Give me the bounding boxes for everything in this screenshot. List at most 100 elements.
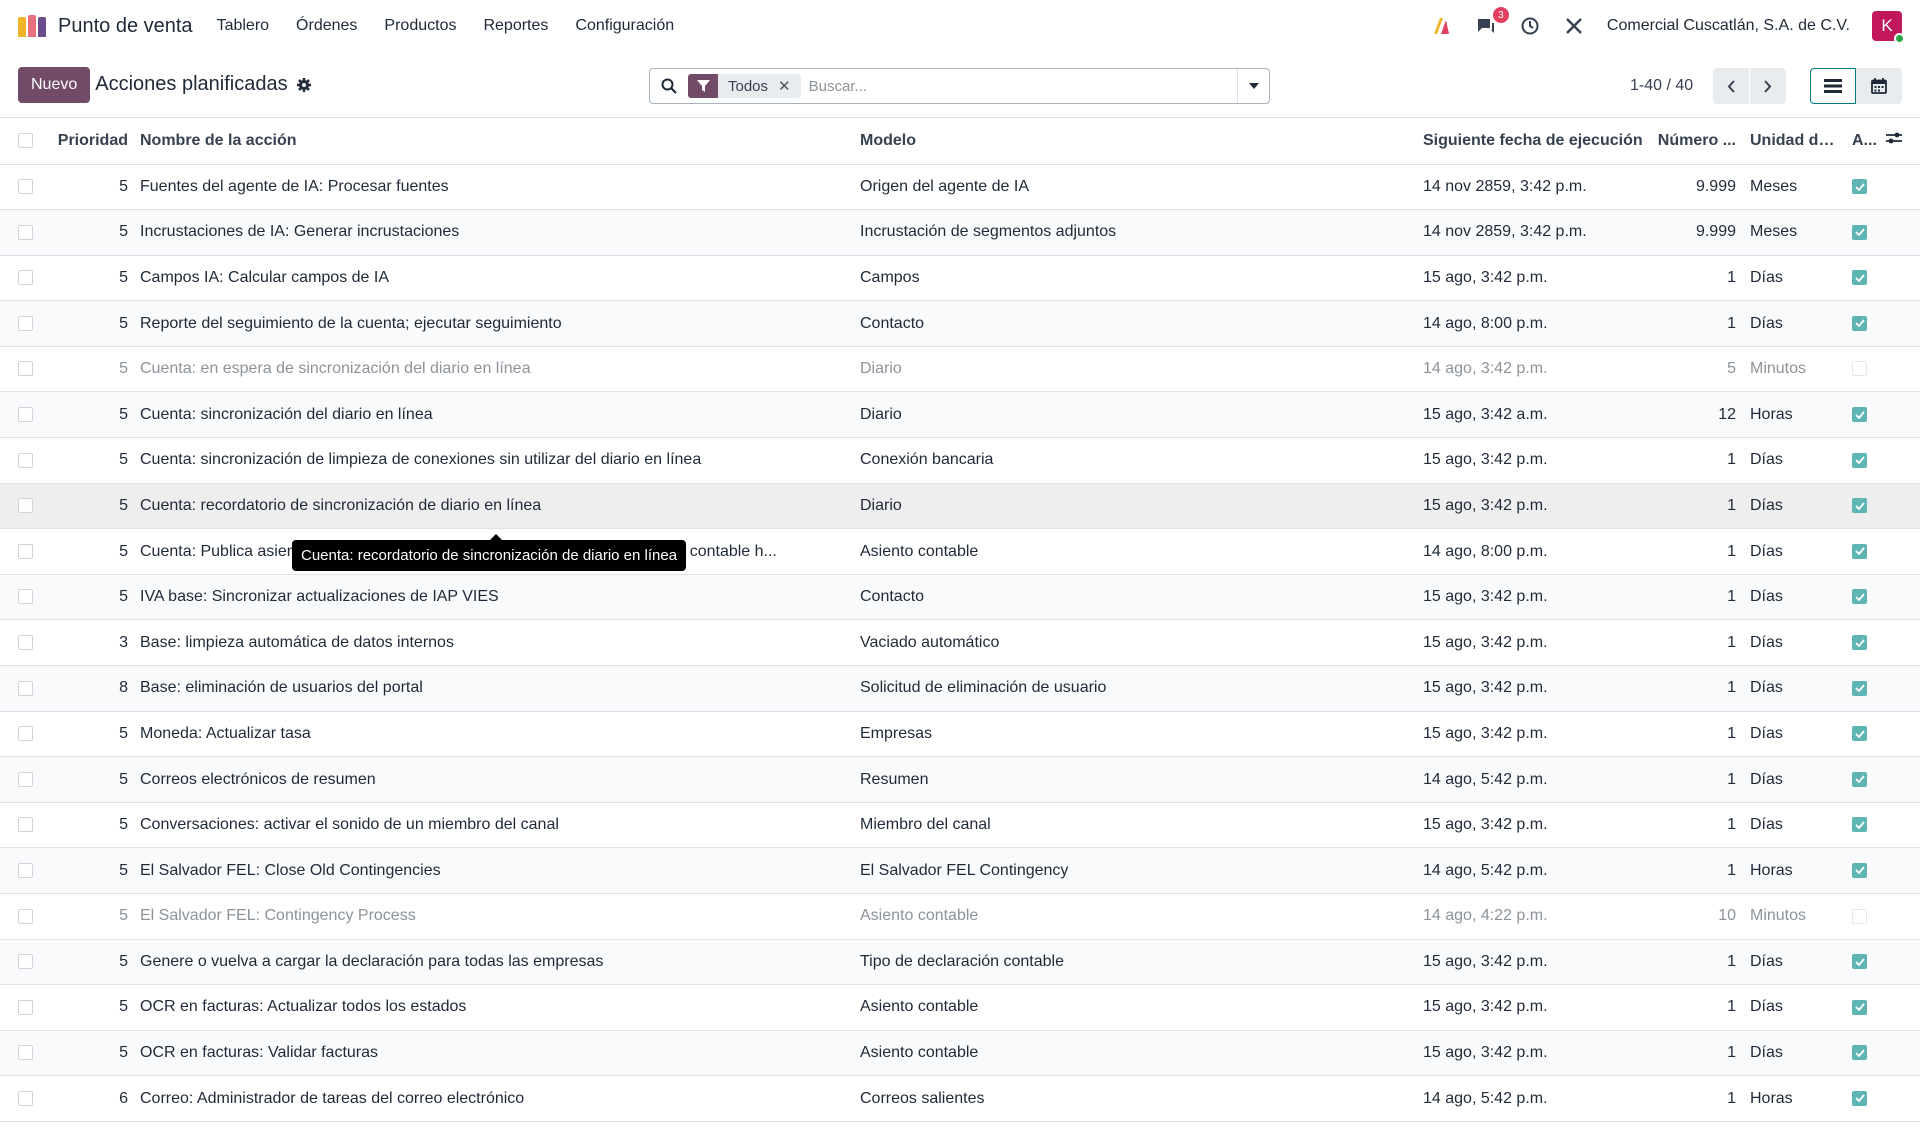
cell-active[interactable] [1844,984,1882,1031]
table-row[interactable]: 5 OCR en facturas: Actualizar todos los e… [0,984,1920,1031]
checked-icon[interactable] [1852,1090,1867,1106]
header-active[interactable]: A... [1844,118,1882,165]
cell-active[interactable] [1844,665,1882,712]
row-select-checkbox[interactable] [0,847,50,894]
checked-icon[interactable] [1852,224,1867,240]
cell-active[interactable] [1844,483,1882,530]
table-row[interactable]: 5 Moneda: Actualizar tasa Empresas 15 ago, … [0,711,1920,758]
row-select-checkbox[interactable] [0,528,50,575]
cell-active[interactable] [1844,346,1882,393]
table-row[interactable]: 6 Correo: Administrador de tareas del cor… [0,1075,1920,1122]
header-interval-unit[interactable]: Unidad de... [1742,118,1844,165]
row-select-checkbox[interactable] [0,574,50,621]
list-view-icon[interactable] [1810,68,1856,104]
checked-icon[interactable] [1852,498,1867,514]
cell-action-name[interactable]: Correo: Administrador de tareas del corr… [134,1075,854,1122]
cell-action-name[interactable]: Conversaciones: activar el sonido de un … [134,802,854,849]
chevron-down-icon[interactable] [1237,69,1269,103]
cell-action-name[interactable]: Cuenta: sincronización de limpieza de co… [134,437,854,484]
row-select-checkbox[interactable] [0,1030,50,1077]
menu-configuracion[interactable]: Configuración [575,17,674,35]
chevron-right-icon[interactable] [1750,68,1787,104]
cell-active[interactable] [1844,164,1882,211]
checked-icon[interactable] [1852,954,1867,970]
table-row[interactable]: 8 Base: eliminación de usuarios del porta… [0,665,1920,712]
checked-icon[interactable] [1852,726,1867,742]
table-row[interactable]: 5 Fuentes del agente de IA: Procesar fuen… [0,164,1920,211]
app-name[interactable]: Punto de venta [58,15,193,38]
search-input[interactable] [806,76,1237,96]
table-row[interactable]: 5 Cuenta: sincronización del diario en lí… [0,391,1920,439]
checked-icon[interactable] [1852,817,1867,833]
cell-active[interactable] [1844,893,1882,940]
table-row[interactable]: 5 Conversaciones: activar el sonido de un… [0,802,1920,849]
cell-action-name[interactable]: Base: eliminación de usuarios del portal [134,665,854,712]
table-row[interactable]: 5 Cuenta: en espera de sincronización del… [0,346,1920,393]
checked-icon[interactable] [1852,862,1867,878]
cell-active[interactable] [1844,847,1882,894]
checked-icon[interactable] [1852,407,1867,423]
chevron-left-icon[interactable] [1713,68,1750,104]
cell-action-name[interactable]: Fuentes del agente de IA: Procesar fuent… [134,164,854,211]
header-next-date[interactable]: Siguiente fecha de ejecución [1417,118,1652,165]
cell-active[interactable] [1844,939,1882,986]
checked-icon[interactable] [1852,999,1867,1015]
cell-action-name[interactable]: Correos electrónicos de resumen [134,756,854,803]
row-select-checkbox[interactable] [0,939,50,986]
cell-action-name[interactable]: Incrustaciones de IA: Generar incrustaci… [134,209,854,256]
row-select-checkbox[interactable] [0,346,50,393]
cell-action-name[interactable]: Base: limpieza automática de datos inter… [134,619,854,667]
table-row[interactable]: 5 Cuenta: recordatorio de sincronización … [0,483,1920,530]
calendar-view-icon[interactable] [1856,68,1902,104]
table-row[interactable]: 5 Reporte del seguimiento de la cuenta; e… [0,300,1920,347]
checked-icon[interactable] [1852,1045,1867,1061]
row-select-checkbox[interactable] [0,665,50,712]
column-options-icon[interactable] [1882,118,1920,165]
cell-action-name[interactable]: OCR en facturas: Validar facturas [134,1030,854,1077]
cell-active[interactable] [1844,300,1882,347]
cell-active[interactable] [1844,619,1882,667]
cell-active[interactable] [1844,391,1882,439]
cell-action-name[interactable]: Cuenta: en espera de sincronización del … [134,346,854,393]
row-select-checkbox[interactable] [0,711,50,758]
cell-active[interactable] [1844,574,1882,621]
row-select-checkbox[interactable] [0,300,50,347]
cell-action-name[interactable]: IVA base: Sincronizar actualizaciones de… [134,574,854,621]
cell-action-name[interactable]: OCR en facturas: Actualizar todos los es… [134,984,854,1031]
header-action-name[interactable]: Nombre de la acción [134,118,854,165]
menu-reportes[interactable]: Reportes [483,17,548,35]
unchecked-icon[interactable] [1852,908,1867,924]
menu-tablero[interactable]: Tablero [217,17,269,35]
cell-active[interactable] [1844,528,1882,575]
row-select-checkbox[interactable] [0,984,50,1031]
pager-value[interactable]: 1-40 / 40 [1630,77,1693,95]
unchecked-icon[interactable] [1852,361,1867,377]
clock-icon[interactable] [1519,15,1541,37]
cell-active[interactable] [1844,802,1882,849]
cell-active[interactable] [1844,711,1882,758]
cell-action-name[interactable]: Reporte del seguimiento de la cuenta; ej… [134,300,854,347]
pos-app-icon[interactable] [18,15,48,37]
cell-action-name[interactable]: Genere o vuelva a cargar la declaración … [134,939,854,986]
row-select-checkbox[interactable] [0,209,50,256]
select-all-checkbox[interactable] [0,118,50,165]
row-select-checkbox[interactable] [0,802,50,849]
row-select-checkbox[interactable] [0,1075,50,1122]
checked-icon[interactable] [1852,771,1867,787]
row-select-checkbox[interactable] [0,437,50,484]
checked-icon[interactable] [1852,543,1867,559]
close-icon[interactable]: ✕ [778,77,801,95]
table-row[interactable]: 5 Campos IA: Calcular campos de IA Campos 1… [0,255,1920,302]
new-button[interactable]: Nuevo [18,66,91,103]
company-switcher[interactable]: Comercial Cuscatlán, S.A. de C.V. [1607,17,1850,35]
checked-icon[interactable] [1852,270,1867,286]
header-model[interactable]: Modelo [854,118,1417,165]
row-select-checkbox[interactable] [0,391,50,439]
table-row[interactable]: 5 El Salvador FEL: Close Old Contingencie… [0,847,1920,894]
checked-icon[interactable] [1852,635,1867,650]
checked-icon[interactable] [1852,179,1867,195]
checked-icon[interactable] [1852,315,1867,331]
checked-icon[interactable] [1852,452,1867,468]
cell-action-name[interactable]: El Salvador FEL: Contingency Process [134,893,854,940]
table-row[interactable]: 5 El Salvador FEL: Contingency Process Asi… [0,893,1920,940]
